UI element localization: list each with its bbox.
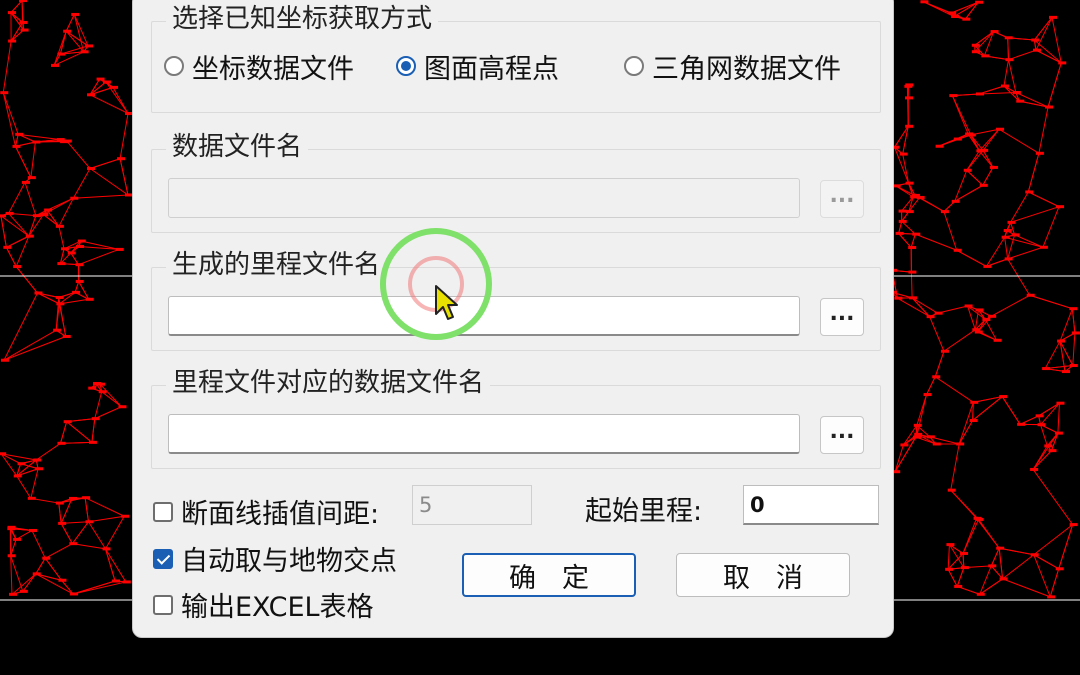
mileage-data-file-group: 里程文件对应的数据文件名 ... (151, 368, 881, 469)
radio-label-drawing-elevation-points: 图面高程点 (424, 53, 559, 85)
auto-intersect-label: 自动取与地物交点 (181, 546, 397, 577)
interval-input[interactable]: 5 (412, 485, 532, 525)
interval-checkbox-box[interactable] (153, 501, 173, 522)
radio-drawing-elevation-points[interactable]: 图面高程点 (396, 48, 559, 85)
radio-label-tin-data-file: 三角网数据文件 (652, 53, 841, 85)
mileage-data-file-title: 里程文件对应的数据文件名 (166, 368, 491, 398)
radio-dot-tin-data-file[interactable] (624, 56, 644, 76)
start-mileage-input[interactable]: 0 (743, 485, 879, 525)
data-file-title: 数据文件名 (166, 132, 309, 162)
radio-dot-drawing-elevation-points[interactable] (396, 56, 416, 76)
auto-intersect-checkbox[interactable]: 自动取与地物交点 (153, 539, 397, 578)
coordinate-source-title: 选择已知坐标获取方式 (166, 4, 439, 34)
mileage-generation-dialog: 选择已知坐标获取方式 坐标数据文件 图面高程点 三角网数据文件 数据文件名 ..… (132, 0, 894, 638)
cancel-button[interactable]: 取消 (676, 553, 850, 597)
mouse-pointer-icon (435, 285, 458, 320)
export-excel-checkbox-box[interactable] (153, 594, 173, 615)
export-excel-checkbox[interactable]: 输出EXCEL表格 (153, 585, 374, 624)
mileage-data-file-browse-button[interactable]: ... (820, 416, 864, 454)
export-excel-label: 输出EXCEL表格 (181, 592, 374, 623)
ok-button[interactable]: 确定 (462, 553, 636, 597)
mileage-file-group: 生成的里程文件名 ... (151, 250, 881, 351)
radio-tin-data-file[interactable]: 三角网数据文件 (624, 48, 841, 85)
data-file-group: 数据文件名 ... (151, 132, 881, 233)
mileage-file-title: 生成的里程文件名 (166, 250, 387, 280)
interval-label: 断面线插值间距: (181, 499, 380, 530)
start-mileage-label: 起始里程: (585, 496, 703, 527)
radio-dot-coordinate-data-file[interactable] (164, 56, 184, 76)
radio-label-coordinate-data-file: 坐标数据文件 (192, 53, 354, 85)
interval-checkbox[interactable]: 断面线插值间距: (153, 492, 379, 531)
coordinate-source-group: 选择已知坐标获取方式 坐标数据文件 图面高程点 三角网数据文件 (151, 4, 881, 113)
data-file-browse-button[interactable]: ... (820, 180, 864, 218)
data-file-input[interactable] (168, 178, 800, 218)
mileage-file-browse-button[interactable]: ... (820, 298, 864, 336)
radio-coordinate-data-file[interactable]: 坐标数据文件 (164, 48, 354, 85)
auto-intersect-checkbox-box[interactable] (153, 548, 173, 569)
mileage-data-file-input[interactable] (168, 414, 800, 454)
